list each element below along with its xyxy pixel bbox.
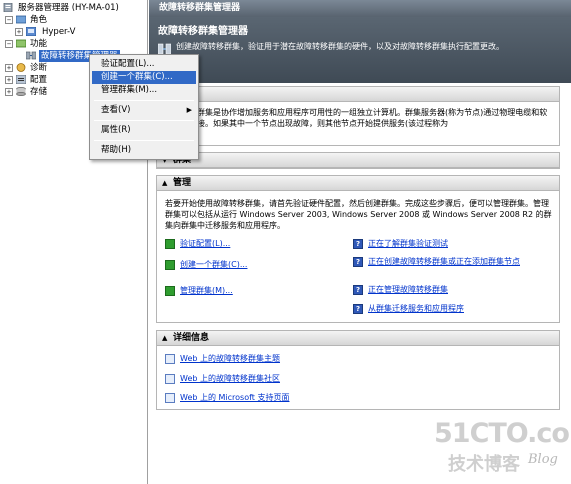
collapse-icon: ▲ [162, 334, 168, 342]
menu-item-manage-cluster[interactable]: 管理群集(M)... [92, 84, 196, 97]
watermark-blog: Blog [528, 452, 558, 467]
main-pane: 故障转移群集管理器 故障转移群集管理器 创建故障转移群集，验证用于潜在故障转移群… [149, 0, 571, 484]
collapse-toggle[interactable]: − [5, 40, 13, 48]
tree-item-label: 诊断 [30, 63, 48, 73]
menu-item-label: 查看(V) [101, 105, 131, 115]
banner-description: 创建故障转移群集，验证用于潜在故障转移群集的硬件，以及对故障转移群集执行配置更改… [176, 42, 504, 51]
overview-text: 故障转移群集是协作增加服务和应用程序可用性的一组独立计算机。群集服务器(称为节点… [165, 108, 548, 128]
cluster-icon [26, 51, 36, 60]
hyper-v-icon [26, 27, 36, 36]
banner-title: 故障转移群集管理器 [158, 26, 248, 37]
tree-item-label: 功能 [30, 39, 48, 49]
header-banner: 故障转移群集管理器 创建故障转移群集，验证用于潜在故障转移群集的硬件，以及对故障… [149, 17, 571, 83]
menu-item-view[interactable]: 查看(V) ▶ [92, 104, 196, 117]
roles-icon [16, 15, 26, 24]
menu-separator [94, 120, 194, 121]
expand-toggle[interactable]: + [5, 64, 13, 72]
watermark-subtitle: 技术博客 [448, 454, 520, 475]
overview-section: ▲ 故障转移群集是协作增加服务和应用程序可用性的一组独立计算机。群集服务器(称为… [156, 86, 560, 146]
menu-separator [94, 140, 194, 141]
arrow-icon [165, 260, 175, 270]
tree-item-label: 角色 [30, 15, 48, 25]
web-page-icon [165, 354, 175, 364]
diagnostics-icon [16, 63, 26, 72]
tree-item-label: Hyper-V [42, 27, 76, 37]
watermark-logo: 51CTO.com [434, 418, 571, 449]
manage-section: ▲ 管理 若要开始使用故障转移群集，请首先验证硬件配置，然后创建群集。完成这些步… [156, 175, 560, 323]
arrow-icon [165, 239, 175, 249]
pane-title: 故障转移群集管理器 [149, 0, 571, 17]
menu-item-validate-configuration[interactable]: 验证配置(L)... [92, 58, 196, 71]
context-menu: 验证配置(L)... 创建一个群集(C)... 管理群集(M)... 查看(V)… [89, 54, 199, 160]
manage-intro: 若要开始使用故障转移群集，请首先验证硬件配置，然后创建群集。完成这些步骤后，便可… [165, 199, 552, 230]
expand-toggle[interactable]: + [5, 76, 13, 84]
submenu-arrow-icon: ▶ [186, 106, 192, 114]
section-header[interactable]: ▲ 详细信息 [157, 331, 559, 346]
section-title: 管理 [173, 178, 192, 188]
help-icon: ? [353, 239, 363, 249]
clusters-section: ▼ 群集 [156, 152, 560, 169]
collapse-toggle[interactable]: − [5, 16, 13, 24]
expand-toggle[interactable]: + [15, 28, 23, 36]
more-info-section: ▲ 详细信息 Web 上的故障转移群集主题 Web 上的故障转移群集社区 Web… [156, 330, 560, 410]
help-icon: ? [353, 285, 363, 295]
web-page-icon [165, 393, 175, 403]
tree-item-label: 配置 [30, 75, 48, 85]
web-page-icon [165, 374, 175, 384]
menu-item-create-cluster[interactable]: 创建一个群集(C)... [92, 71, 196, 84]
help-icon: ? [353, 304, 363, 314]
tree-item-label: 服务器管理器 (HY-MA-01) [18, 3, 119, 13]
section-header[interactable]: ▼ 群集 [157, 153, 559, 168]
arrow-icon [165, 286, 175, 296]
section-header[interactable]: ▲ [157, 87, 559, 102]
help-icon: ? [353, 257, 363, 267]
configuration-icon [16, 75, 26, 84]
section-header[interactable]: ▲ 管理 [157, 176, 559, 191]
features-icon [16, 39, 26, 48]
menu-item-properties[interactable]: 属性(R) [92, 124, 196, 137]
expand-toggle[interactable]: + [5, 88, 13, 96]
menu-separator [94, 100, 194, 101]
storage-icon [16, 87, 26, 96]
collapse-icon: ▲ [162, 179, 168, 187]
tree-item-label: 存储 [30, 87, 48, 97]
server-icon [3, 3, 13, 12]
section-title: 详细信息 [173, 333, 210, 343]
menu-item-help[interactable]: 帮助(H) [92, 144, 196, 157]
